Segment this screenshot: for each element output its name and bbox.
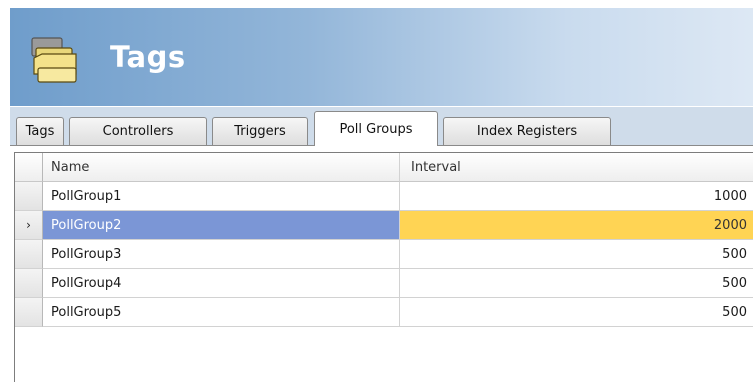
- name-cell[interactable]: PollGroup2: [43, 211, 400, 240]
- row-selector[interactable]: [15, 269, 43, 298]
- tags-folders-icon: [31, 37, 77, 83]
- interval-cell[interactable]: 500: [400, 298, 753, 327]
- name-cell[interactable]: PollGroup3: [43, 240, 400, 269]
- name-cell[interactable]: PollGroup5: [43, 298, 400, 327]
- row-selector[interactable]: [15, 182, 43, 211]
- row-selector[interactable]: ›: [15, 211, 43, 240]
- interval-cell[interactable]: 500: [400, 240, 753, 269]
- table-row[interactable]: PollGroup3 500: [15, 240, 753, 269]
- interval-cell[interactable]: 500: [400, 269, 753, 298]
- interval-cell[interactable]: 2000: [400, 211, 753, 240]
- table-row-selected[interactable]: › PollGroup2 2000: [15, 211, 753, 240]
- tab-triggers[interactable]: Triggers: [212, 117, 308, 145]
- row-selector[interactable]: [15, 240, 43, 269]
- table-row[interactable]: PollGroup1 1000: [15, 182, 753, 211]
- table-row[interactable]: PollGroup5 500: [15, 298, 753, 327]
- column-header-interval[interactable]: Interval: [400, 153, 753, 182]
- tab-index-registers[interactable]: Index Registers: [443, 117, 611, 145]
- name-cell[interactable]: PollGroup1: [43, 182, 400, 211]
- tab-bar: Tags Controllers Triggers Poll Groups In…: [10, 106, 753, 146]
- tab-tags[interactable]: Tags: [16, 117, 64, 145]
- page-title: Tags: [110, 40, 186, 74]
- tab-controllers[interactable]: Controllers: [69, 117, 207, 145]
- row-selector[interactable]: [15, 298, 43, 327]
- row-selector-header[interactable]: [15, 153, 43, 182]
- column-header-name[interactable]: Name: [43, 153, 400, 182]
- interval-cell[interactable]: 1000: [400, 182, 753, 211]
- tab-poll-groups[interactable]: Poll Groups: [314, 111, 438, 146]
- grid-header-row: Name Interval: [15, 153, 753, 182]
- table-row[interactable]: PollGroup4 500: [15, 269, 753, 298]
- name-cell[interactable]: PollGroup4: [43, 269, 400, 298]
- current-row-arrow-icon: ›: [26, 218, 31, 232]
- poll-groups-grid: Name Interval PollGroup1 1000 › PollGrou…: [14, 152, 753, 382]
- page-header: Tags: [10, 8, 753, 106]
